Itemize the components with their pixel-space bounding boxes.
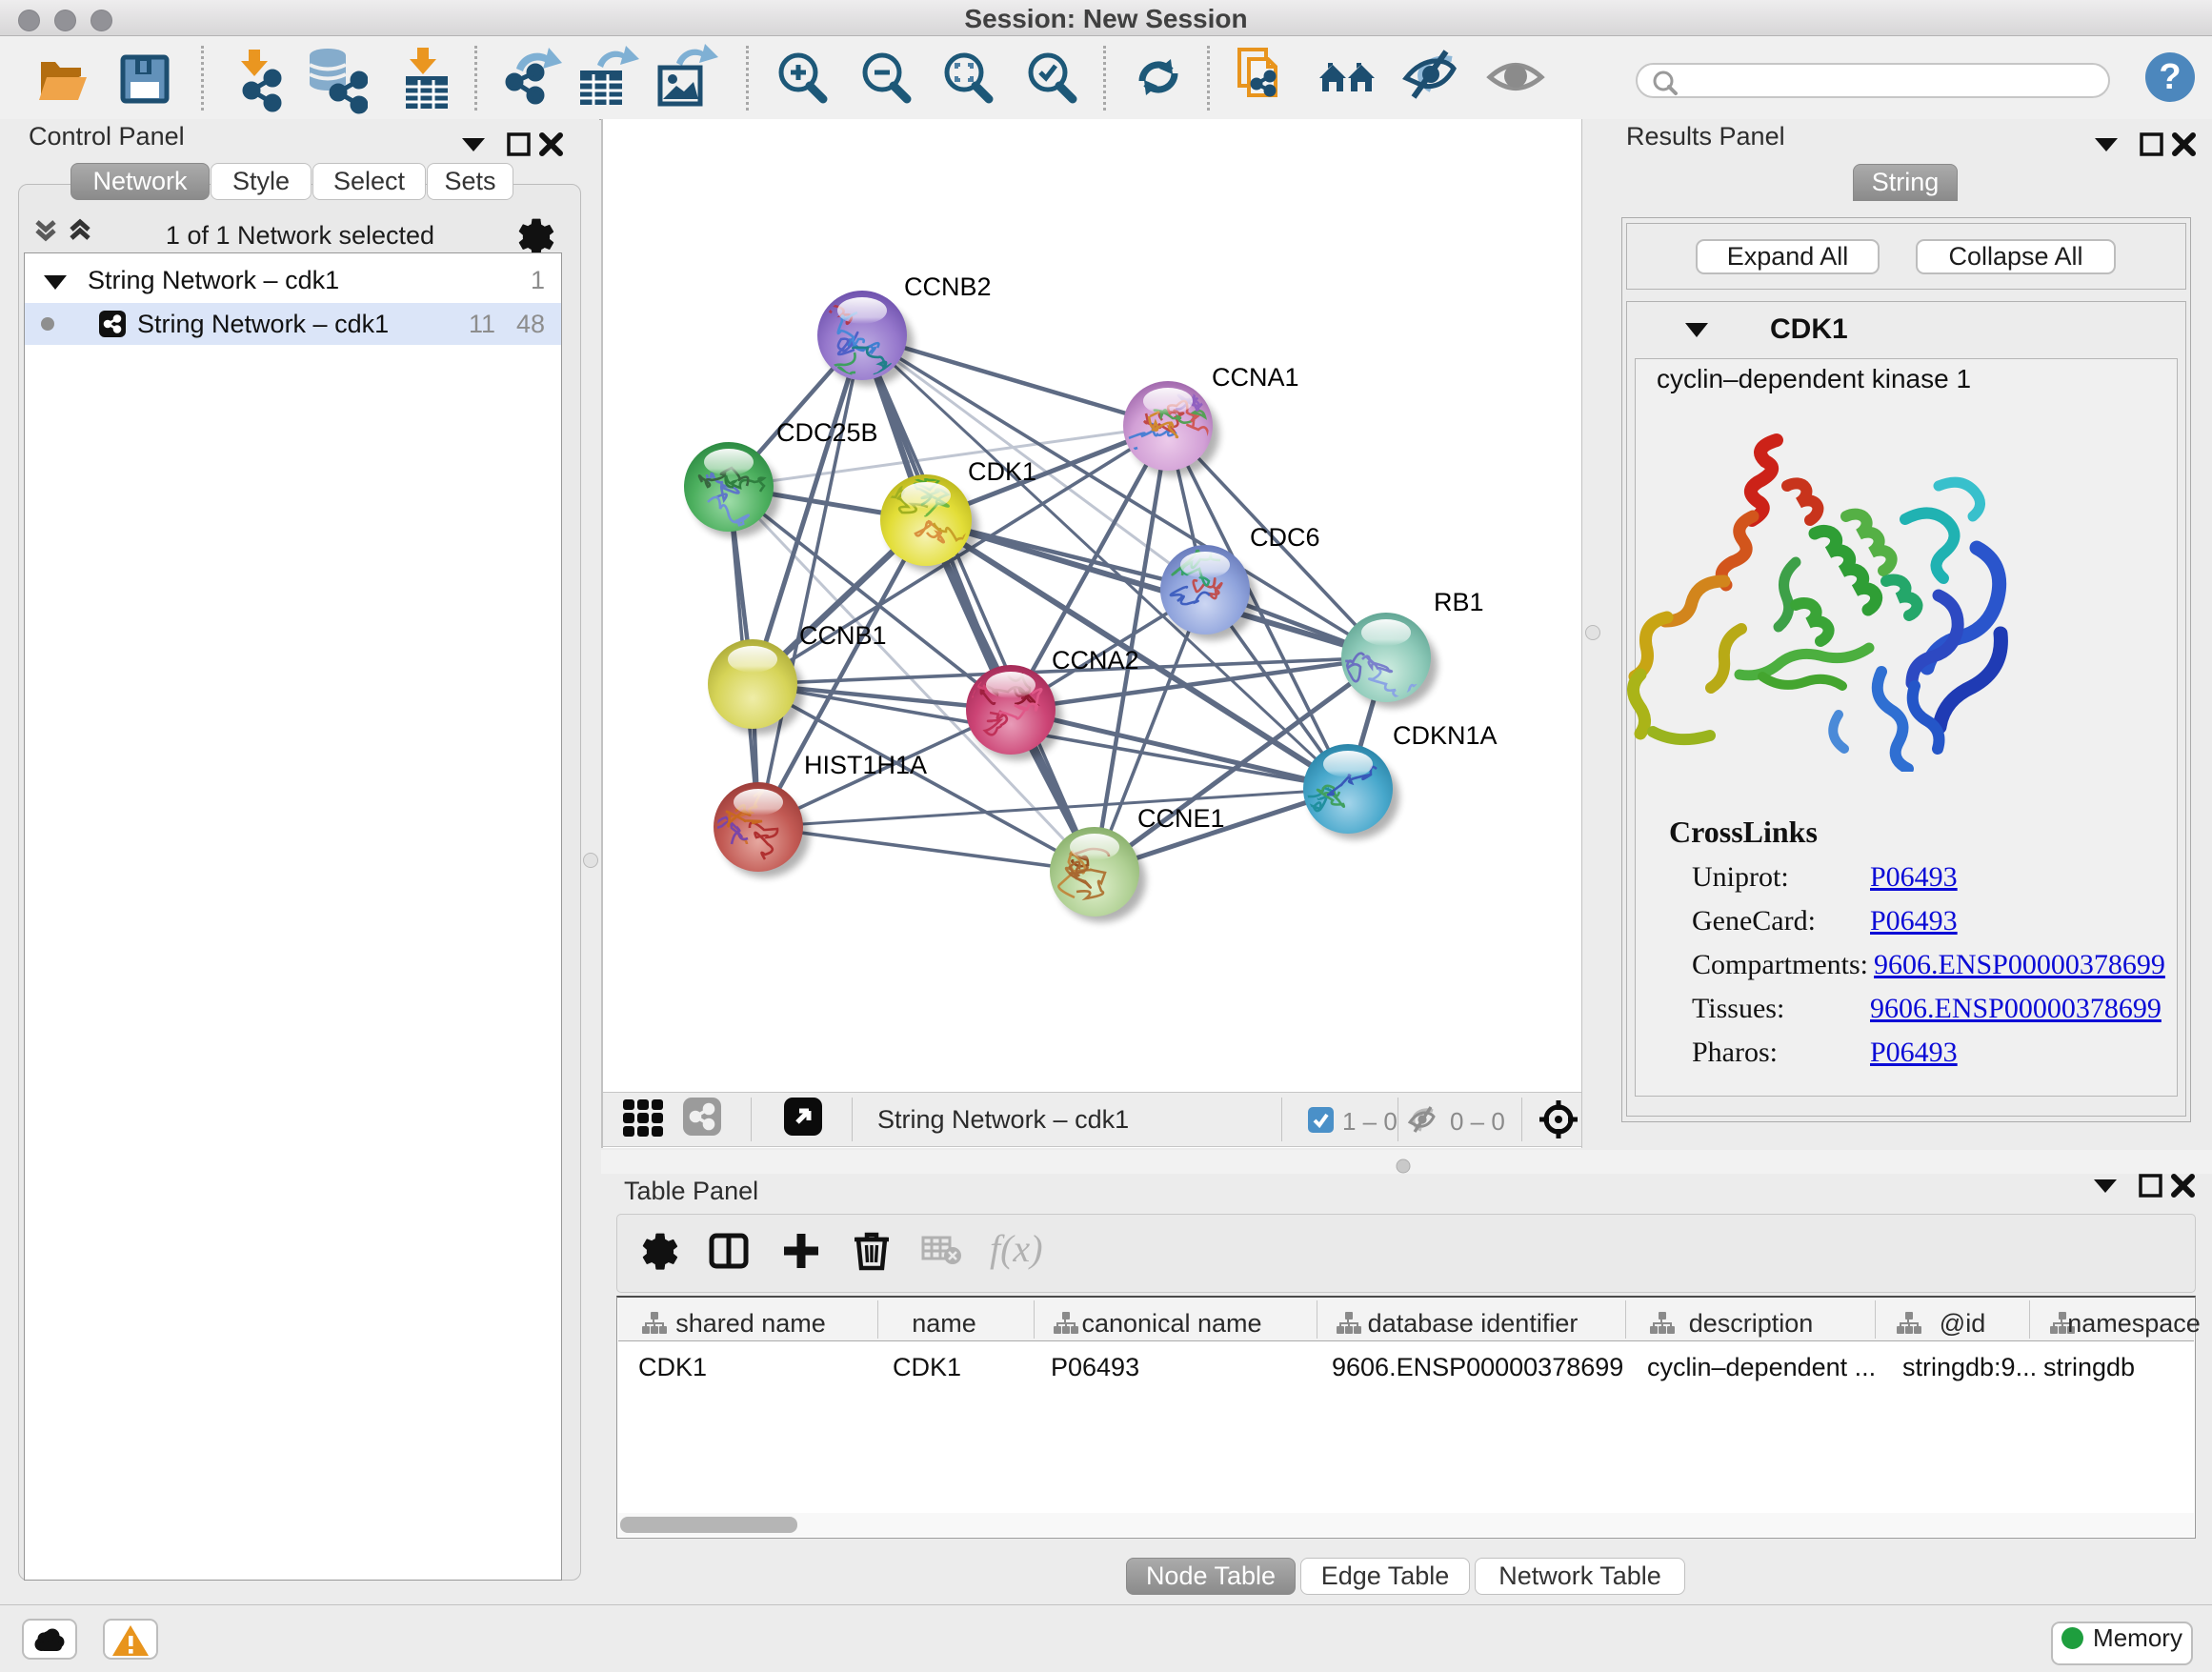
- svg-text:CDKN1A: CDKN1A: [1393, 721, 1498, 750]
- svg-text:CCNB2: CCNB2: [904, 272, 992, 301]
- svg-text:RB1: RB1: [1434, 588, 1484, 616]
- svg-text:CDC25B: CDC25B: [776, 418, 878, 447]
- svg-text:CCNA2: CCNA2: [1052, 646, 1139, 675]
- svg-text:CCNA1: CCNA1: [1212, 363, 1299, 392]
- svg-text:CDC6: CDC6: [1250, 523, 1320, 552]
- svg-text:CDK1: CDK1: [968, 457, 1036, 486]
- svg-text:CCNB1: CCNB1: [799, 621, 887, 650]
- svg-text:HIST1H1A: HIST1H1A: [804, 751, 927, 779]
- svg-text:CCNE1: CCNE1: [1137, 804, 1225, 833]
